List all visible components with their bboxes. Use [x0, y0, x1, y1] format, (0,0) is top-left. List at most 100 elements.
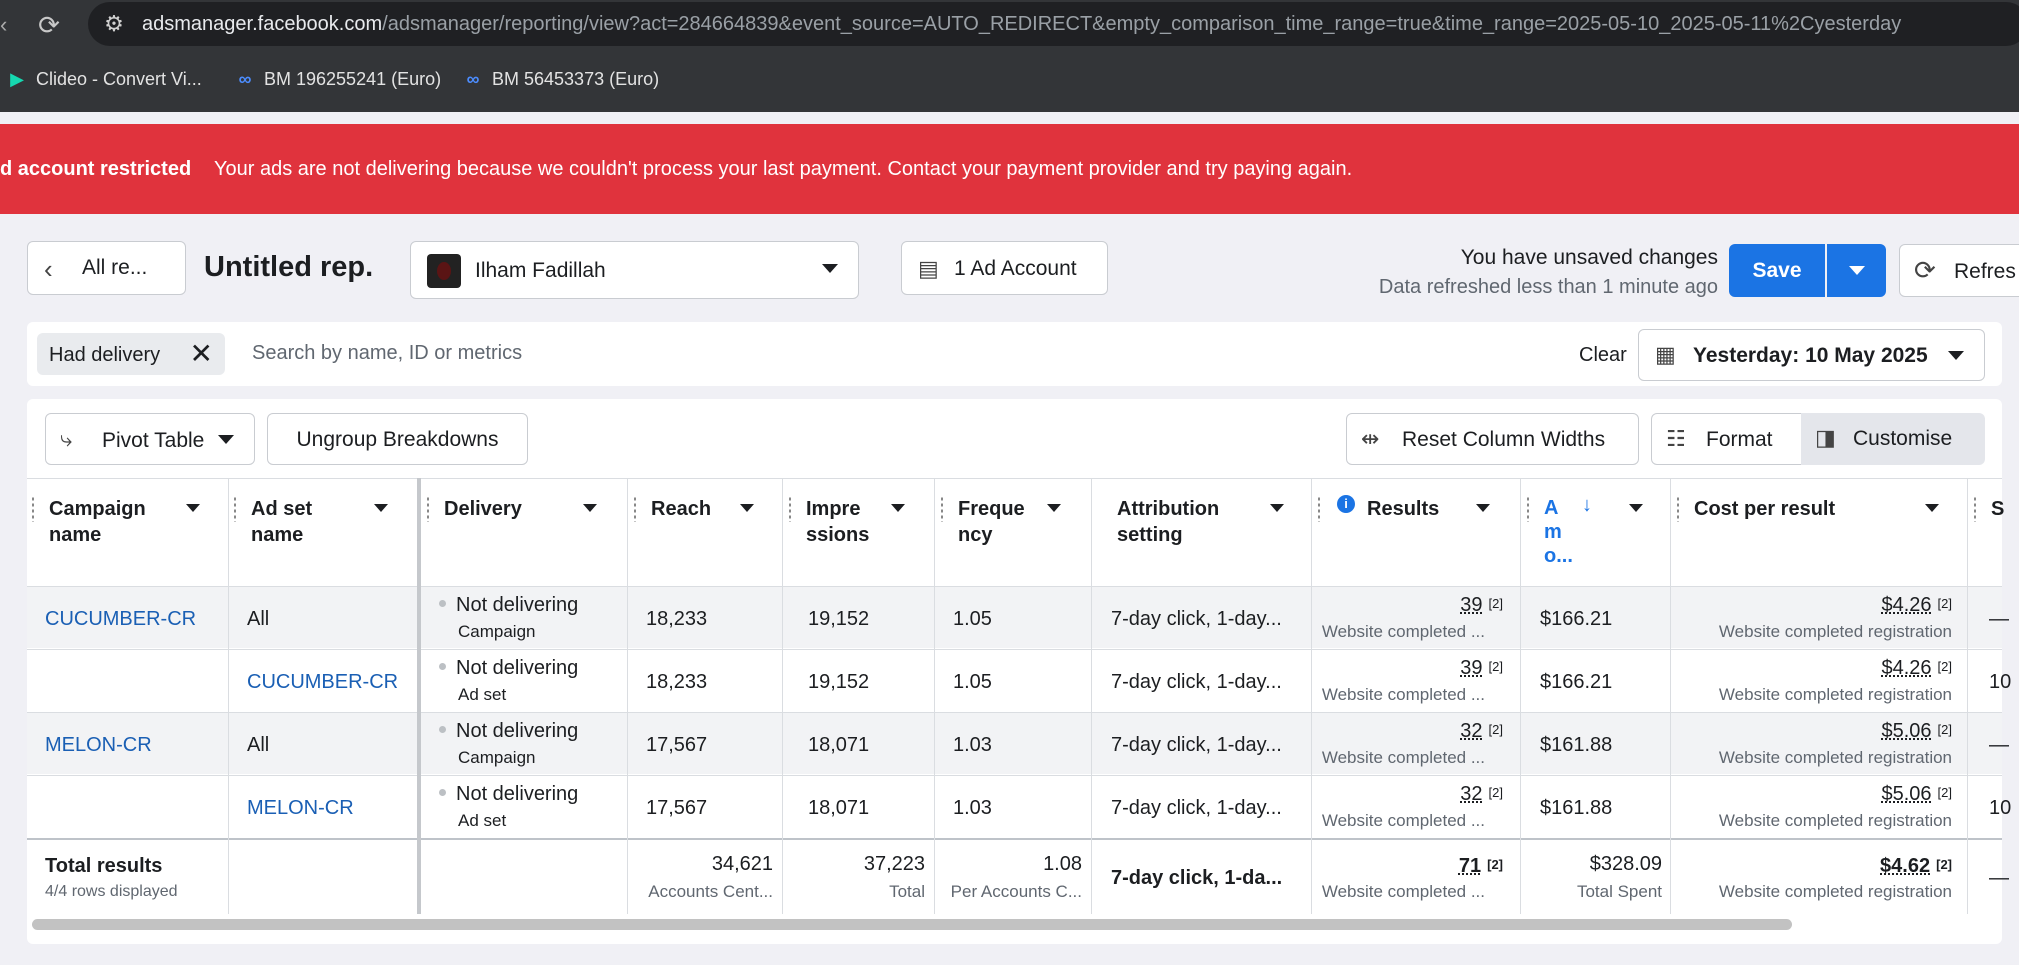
results-sub: Website completed ...	[1321, 811, 1485, 830]
column-menu-button[interactable]	[572, 492, 608, 524]
drag-handle-icon[interactable]	[31, 496, 35, 522]
footnote: [2]	[1488, 722, 1503, 737]
column-header-next[interactable]: S	[1969, 478, 2019, 586]
column-menu-button[interactable]	[1259, 492, 1295, 524]
report-title[interactable]: Untitled rep.	[204, 251, 373, 284]
cost-number[interactable]: $4.26	[1881, 657, 1931, 679]
total-next: —	[1989, 867, 2009, 889]
impressions-value: 18,071	[808, 797, 870, 819]
bookmark-clideo[interactable]: ▶ Clideo - Convert Vi...	[4, 66, 202, 92]
clear-filters-button[interactable]: Clear	[1579, 344, 1627, 367]
save-button[interactable]: Save	[1729, 244, 1825, 297]
campaign-name-link[interactable]: MELON-CR	[45, 734, 152, 757]
filter-chip-had-delivery[interactable]: Had delivery ✕	[37, 333, 225, 375]
bookmark-bm-56453373[interactable]: ∞ BM 56453373 (Euro)	[460, 66, 660, 92]
info-icon[interactable]: i	[1337, 495, 1355, 513]
bookmark-bm-196255241[interactable]: ∞ BM 196255241 (Euro)	[232, 66, 442, 92]
column-menu-button[interactable]	[1465, 492, 1501, 524]
url-text[interactable]: adsmanager.facebook.com/adsmanager/repor…	[142, 11, 1901, 37]
column-divider	[934, 478, 935, 914]
drag-handle-icon[interactable]	[1526, 496, 1530, 522]
ad-account-icon: ▤	[918, 256, 939, 281]
footnote: [2]	[1488, 596, 1503, 611]
bookmark-label: BM 56453373 (Euro)	[492, 69, 660, 89]
date-range-picker[interactable]: ▦ Yesterday: 10 May 2025	[1638, 329, 1985, 381]
column-header-results[interactable]: i Results	[1313, 478, 1519, 586]
cost-number[interactable]: $5.06	[1881, 720, 1931, 742]
attribution-value: 7-day click, 1-day...	[1111, 797, 1282, 819]
drag-handle-icon[interactable]	[1317, 496, 1321, 522]
banner-message: Your ads are not delivering because we c…	[214, 158, 1353, 180]
column-menu-button[interactable]	[1036, 492, 1072, 524]
status-dot-icon	[439, 726, 446, 734]
column-menu-button[interactable]	[175, 492, 211, 524]
drag-handle-icon[interactable]	[1973, 496, 1977, 522]
adset-name[interactable]: MELON-CR	[247, 797, 354, 820]
amount-spent-value: $166.21	[1540, 671, 1613, 693]
column-menu-button[interactable]	[363, 492, 399, 524]
column-header-frequency[interactable]: Freque ncy	[936, 478, 1091, 586]
ad-account-button[interactable]: ▤ 1 Ad Account	[901, 241, 1108, 295]
column-menu-button[interactable]	[1914, 492, 1950, 524]
save-options-dropdown[interactable]	[1827, 244, 1886, 297]
account-selector[interactable]: Ilham Fadillah	[410, 241, 859, 299]
cost-number[interactable]: $4.26	[1881, 594, 1931, 616]
cost-number[interactable]: $5.06	[1881, 783, 1931, 805]
close-icon[interactable]: ✕	[190, 337, 213, 370]
column-header-amount-spent[interactable]: A m o... ↓	[1522, 478, 1670, 586]
column-header-impressions[interactable]: Impre ssions	[784, 478, 934, 586]
adset-name[interactable]: CUCUMBER-CR	[247, 671, 398, 694]
frozen-column-divider[interactable]	[417, 478, 421, 914]
pivot-table-button[interactable]: ⤷ Pivot Table	[45, 413, 255, 465]
drag-handle-icon[interactable]	[233, 496, 237, 522]
back-arrow-icon[interactable]: ‹	[0, 10, 10, 40]
account-name: Ilham Fadillah	[475, 259, 606, 282]
refresh-button[interactable]: ⟳ Refres	[1899, 244, 2019, 297]
ad-account-label: 1 Ad Account	[954, 257, 1077, 280]
horizontal-scrollbar[interactable]	[32, 919, 1792, 930]
results-number[interactable]: 39	[1460, 594, 1482, 616]
amount-spent-value: $161.88	[1540, 797, 1613, 819]
cost-per-result-value: $5.06 [2]	[1672, 720, 1952, 743]
attribution-value: 7-day click, 1-day...	[1111, 734, 1282, 756]
drag-handle-icon[interactable]	[1676, 496, 1680, 522]
reload-icon[interactable]: ⟳	[34, 10, 64, 40]
results-number[interactable]: 32	[1460, 720, 1482, 742]
sort-descending-icon[interactable]: ↓	[1582, 494, 1592, 517]
all-reports-button[interactable]: ‹ All re...	[27, 241, 186, 295]
total-cost-sub: Website completed registration	[1718, 882, 1952, 901]
bookmark-label: BM 196255241 (Euro)	[264, 69, 442, 89]
results-number[interactable]: 32	[1460, 783, 1482, 805]
frequency-value: 1.03	[953, 797, 992, 819]
chevron-down-icon	[1925, 504, 1939, 512]
drag-handle-icon[interactable]	[633, 496, 637, 522]
column-header-adset[interactable]: Ad set name	[229, 478, 419, 586]
next-column-value: 10	[1989, 797, 2012, 819]
site-info-icon[interactable]: ⚙	[100, 10, 128, 38]
column-header-delivery[interactable]: Delivery	[422, 478, 626, 586]
column-menu-button[interactable]	[729, 492, 765, 524]
ungroup-breakdowns-button[interactable]: Ungroup Breakdowns	[267, 413, 528, 465]
column-label: S	[1991, 498, 2005, 520]
format-button[interactable]: ☷ Format	[1651, 413, 1802, 465]
total-results-value[interactable]: 71	[1459, 855, 1481, 877]
campaign-name-link[interactable]: CUCUMBER-CR	[45, 608, 196, 631]
column-header-reach[interactable]: Reach	[629, 478, 782, 586]
customise-button[interactable]: ◨ Customise	[1801, 413, 1985, 465]
column-header-attribution[interactable]: Attribution setting	[1093, 478, 1311, 586]
impressions-value: 19,152	[808, 608, 870, 630]
chevron-down-icon	[1948, 351, 1964, 360]
column-menu-button[interactable]	[1618, 492, 1654, 524]
column-header-cost-per-result[interactable]: Cost per result	[1672, 478, 1967, 586]
drag-handle-icon[interactable]	[940, 496, 944, 522]
delivery-text: Not delivering	[456, 783, 579, 805]
drag-handle-icon[interactable]	[788, 496, 792, 522]
reset-column-widths-button[interactable]: ⇹ Reset Column Widths	[1346, 413, 1639, 465]
search-input[interactable]: Search by name, ID or metrics	[252, 342, 522, 365]
drag-handle-icon[interactable]	[426, 496, 430, 522]
adset-name: All	[247, 608, 270, 630]
results-number[interactable]: 39	[1460, 657, 1482, 679]
total-cost-value[interactable]: $4.62	[1880, 855, 1930, 877]
column-header-campaign[interactable]: Campaign name	[27, 478, 228, 586]
column-menu-button[interactable]	[880, 492, 916, 524]
